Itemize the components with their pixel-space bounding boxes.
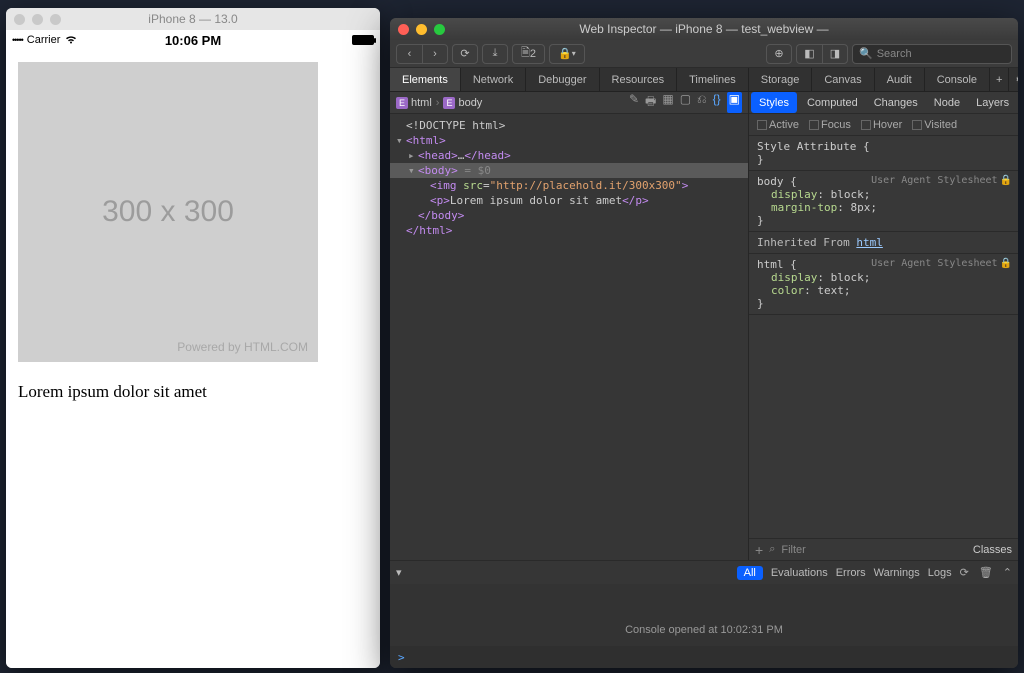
tab-resources[interactable]: Resources <box>600 68 678 91</box>
styles-tab-computed[interactable]: Computed <box>799 92 866 113</box>
pseudo-hover[interactable]: Hover <box>861 119 902 131</box>
reload-button[interactable]: ⟳ <box>452 44 478 64</box>
add-rule-button[interactable]: + <box>755 542 763 558</box>
simulator-window: iPhone 8 — 13.0 ••••• Carrier 10:06 PM 3… <box>6 8 380 668</box>
filter-logs[interactable]: Logs <box>928 567 952 579</box>
download-button[interactable]: ⤓ <box>482 44 508 64</box>
dom-html-close[interactable]: </html> <box>390 223 748 238</box>
search-placeholder: Search <box>877 48 912 60</box>
lock-button[interactable]: 🔒 ▾ <box>549 44 585 64</box>
placeholder-dimensions: 300 x 300 <box>102 195 234 229</box>
console-toggle-icon[interactable]: ▾ <box>396 566 402 579</box>
dom-html-open[interactable]: ▾<html> <box>390 133 748 148</box>
styles-tab-layers[interactable]: Layers <box>968 92 1017 113</box>
statusbar-time: 10:06 PM <box>6 33 380 48</box>
classes-button[interactable]: Classes <box>973 544 1012 556</box>
tab-audit[interactable]: Audit <box>875 68 925 91</box>
tab-console[interactable]: Console <box>925 68 990 91</box>
battery-icon <box>352 35 374 45</box>
dom-body-close[interactable]: </body> <box>390 208 748 223</box>
placeholder-image: 300 x 300 Powered by HTML.COM <box>18 62 318 362</box>
html-rule-block[interactable]: User Agent Stylesheet🔒 html { display: b… <box>749 254 1018 315</box>
simulator-title: iPhone 8 — 13.0 <box>6 12 380 26</box>
console-filter-bar: ▾ All Evaluations Errors Warnings Logs ⟳… <box>390 560 1018 584</box>
lock-icon: 🔒 <box>1000 175 1012 186</box>
pseudo-row: Active Focus Hover Visited <box>749 114 1018 136</box>
compose-icon[interactable]: ✎ <box>629 92 639 113</box>
styles-tab-styles[interactable]: Styles <box>751 92 797 113</box>
filter-icon: ⌕ <box>769 543 775 556</box>
styles-tab-node[interactable]: Node <box>926 92 968 113</box>
back-button[interactable]: ‹ <box>396 44 422 64</box>
layout-icon[interactable]: ▦ <box>662 92 673 113</box>
reload-icon[interactable]: ⟳ <box>960 566 969 579</box>
search-icon: 🔍 <box>859 47 873 60</box>
dom-p[interactable]: <p>Lorem ipsum dolor sit amet</p> <box>390 193 748 208</box>
styles-body[interactable]: Style Attribute { } User Agent Styleshee… <box>749 136 1018 538</box>
inspector-toolbar: ‹ › ⟳ ⤓ 🗎 2 🔒 ▾ ⊕ ◧ ◨ 🔍 Search <box>390 40 1018 68</box>
styles-pane: Styles Computed Changes Node Layers Acti… <box>748 92 1018 560</box>
dom-doctype[interactable]: <!DOCTYPE html> <box>390 118 748 133</box>
search-input[interactable]: 🔍 Search <box>852 44 1012 64</box>
forward-button[interactable]: › <box>422 44 448 64</box>
powered-by-label: Powered by HTML.COM <box>177 340 308 354</box>
dock-left-button[interactable]: ◧ <box>796 44 822 64</box>
inspector-titlebar: Web Inspector — iPhone 8 — test_webview … <box>390 18 1018 40</box>
tab-elements[interactable]: Elements <box>390 68 461 91</box>
box-model-icon[interactable]: ▣ <box>727 92 742 113</box>
print-icon[interactable]: 🖶 <box>645 92 656 113</box>
dom-tree[interactable]: <!DOCTYPE html> ▾<html> ▸<head>…</head> … <box>390 114 748 560</box>
inherited-header: Inherited From html <box>749 232 1018 254</box>
filter-all[interactable]: All <box>737 566 763 580</box>
crumb-body[interactable]: Ebody <box>443 97 482 109</box>
dock-right-button[interactable]: ◨ <box>822 44 848 64</box>
styles-tabs: Styles Computed Changes Node Layers <box>749 92 1018 114</box>
tab-network[interactable]: Network <box>461 68 526 91</box>
console-prompt[interactable]: > <box>390 646 1018 668</box>
dom-body-open[interactable]: ▾<body> = $0 <box>390 163 748 178</box>
paint-icon[interactable]: ⎌ <box>697 92 707 113</box>
styles-tab-changes[interactable]: Changes <box>866 92 926 113</box>
dom-head[interactable]: ▸<head>…</head> <box>390 148 748 163</box>
dom-img[interactable]: <img src="http://placehold.it/300x300"> <box>390 178 748 193</box>
file-stepper[interactable]: 🗎 2 <box>512 44 545 64</box>
lock-icon: 🔒 <box>1000 258 1012 269</box>
target-button[interactable]: ⊕ <box>766 44 792 64</box>
inspector-tabs: Elements Network Debugger Resources Time… <box>390 68 1018 92</box>
add-tab-button[interactable]: + <box>990 68 1009 91</box>
gear-icon[interactable]: ⚙ <box>1009 68 1018 91</box>
braces-icon[interactable]: {} <box>713 92 721 113</box>
expand-icon[interactable]: ⌃ <box>1003 566 1012 579</box>
pseudo-focus[interactable]: Focus <box>809 119 851 131</box>
pseudo-active[interactable]: Active <box>757 119 799 131</box>
crumb-html[interactable]: Ehtml <box>396 97 432 109</box>
grid-icon[interactable]: ▢ <box>680 92 691 113</box>
filter-evaluations[interactable]: Evaluations <box>771 567 828 579</box>
filter-errors[interactable]: Errors <box>836 567 866 579</box>
phone-statusbar: ••••• Carrier 10:06 PM <box>6 30 380 50</box>
chevron-right-icon: › <box>436 97 440 109</box>
phone-content: 300 x 300 Powered by HTML.COM Lorem ipsu… <box>6 50 380 668</box>
paragraph-text: Lorem ipsum dolor sit amet <box>18 382 368 402</box>
console-body: Console opened at 10:02:31 PM <box>390 584 1018 646</box>
file-count: 2 <box>530 48 536 60</box>
simulator-titlebar: iPhone 8 — 13.0 <box>6 8 380 30</box>
inspector-window: Web Inspector — iPhone 8 — test_webview … <box>390 18 1018 668</box>
styles-filter-row: + ⌕ Filter Classes <box>749 538 1018 560</box>
filter-warnings[interactable]: Warnings <box>874 567 920 579</box>
tab-canvas[interactable]: Canvas <box>812 68 874 91</box>
console-opened-message: Console opened at 10:02:31 PM <box>625 624 783 636</box>
tab-debugger[interactable]: Debugger <box>526 68 599 91</box>
tab-timelines[interactable]: Timelines <box>677 68 749 91</box>
trash-icon[interactable]: 🗑 <box>979 566 993 579</box>
tab-storage[interactable]: Storage <box>749 68 813 91</box>
style-attribute-block[interactable]: Style Attribute { } <box>749 136 1018 171</box>
prompt-caret-icon: > <box>398 651 405 664</box>
body-rule-block[interactable]: User Agent Stylesheet🔒 body { display: b… <box>749 171 1018 232</box>
filter-input[interactable]: Filter <box>781 544 967 556</box>
inspector-title: Web Inspector — iPhone 8 — test_webview … <box>390 22 1018 36</box>
breadcrumb: Ehtml › Ebody ✎ 🖶 ▦ ▢ ⎌ {} ▣ <box>390 92 748 114</box>
pseudo-visited[interactable]: Visited <box>912 119 957 131</box>
